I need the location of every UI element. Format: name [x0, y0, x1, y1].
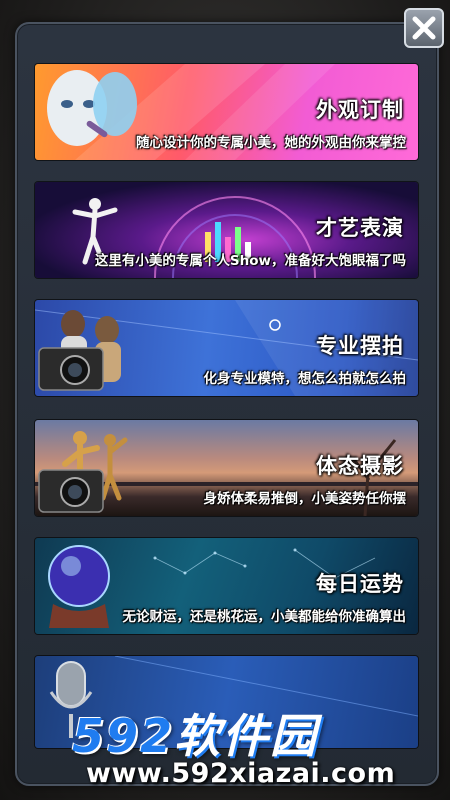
card-title: 体态摄影 — [316, 454, 404, 478]
card-description: 这里有小美的专属个人Show，准备好大饱眼福了吗 — [94, 253, 406, 269]
card-talent-show[interactable]: 才艺表演 这里有小美的专属个人Show，准备好大饱眼福了吗 — [35, 182, 418, 278]
watermark: 592软件园 www.592xiazai.com — [0, 700, 450, 800]
card-description: 随心设计你的专属小美，她的外观由你来掌控 — [136, 135, 406, 151]
close-icon — [412, 16, 436, 40]
watermark-url: www.592xiazai.com — [86, 758, 396, 789]
card-daily-fortune[interactable]: 每日运势 无论财运，还是桃花运，小美都能给你准确算出 — [35, 538, 418, 634]
watermark-logo: 592软件园 — [72, 700, 318, 766]
watermark-logo-text: 软件园 — [174, 709, 319, 763]
card-title: 才艺表演 — [316, 216, 404, 240]
card-pose-photo[interactable]: 体态摄影 身娇体柔易推倒，小美姿势任你摆 — [35, 420, 418, 516]
watermark-logo-number: 592 — [72, 709, 175, 763]
card-pro-photo[interactable]: 专业摆拍 化身专业模特，想怎么拍就怎么拍 — [35, 300, 418, 396]
card-title: 每日运势 — [316, 572, 404, 596]
card-description: 身娇体柔易推倒，小美姿势任你摆 — [203, 491, 407, 507]
card-appearance[interactable]: 外观订制 随心设计你的专属小美，她的外观由你来掌控 — [35, 64, 418, 160]
close-button[interactable] — [404, 8, 444, 48]
card-title: 专业摆拍 — [316, 334, 404, 358]
card-description: 无论财运，还是桃花运，小美都能给你准确算出 — [122, 609, 407, 625]
card-description: 化身专业模特，想怎么拍就怎么拍 — [203, 371, 407, 387]
card-title: 外观订制 — [316, 98, 404, 122]
